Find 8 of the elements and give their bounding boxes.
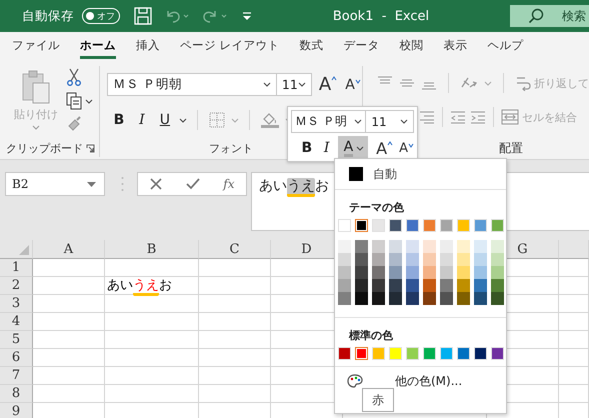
group-label: フォント [208,140,253,156]
autosave-label: 自動保存 [22,8,74,24]
group-label: 配置 [499,140,523,156]
tooltip: 赤 [362,388,394,412]
group-label: クリップボード [6,140,83,156]
menu-heading: 標準の色 [348,328,394,342]
menu-heading: テーマの色 [348,200,405,214]
window-title: Book1 - Excel [332,8,430,24]
